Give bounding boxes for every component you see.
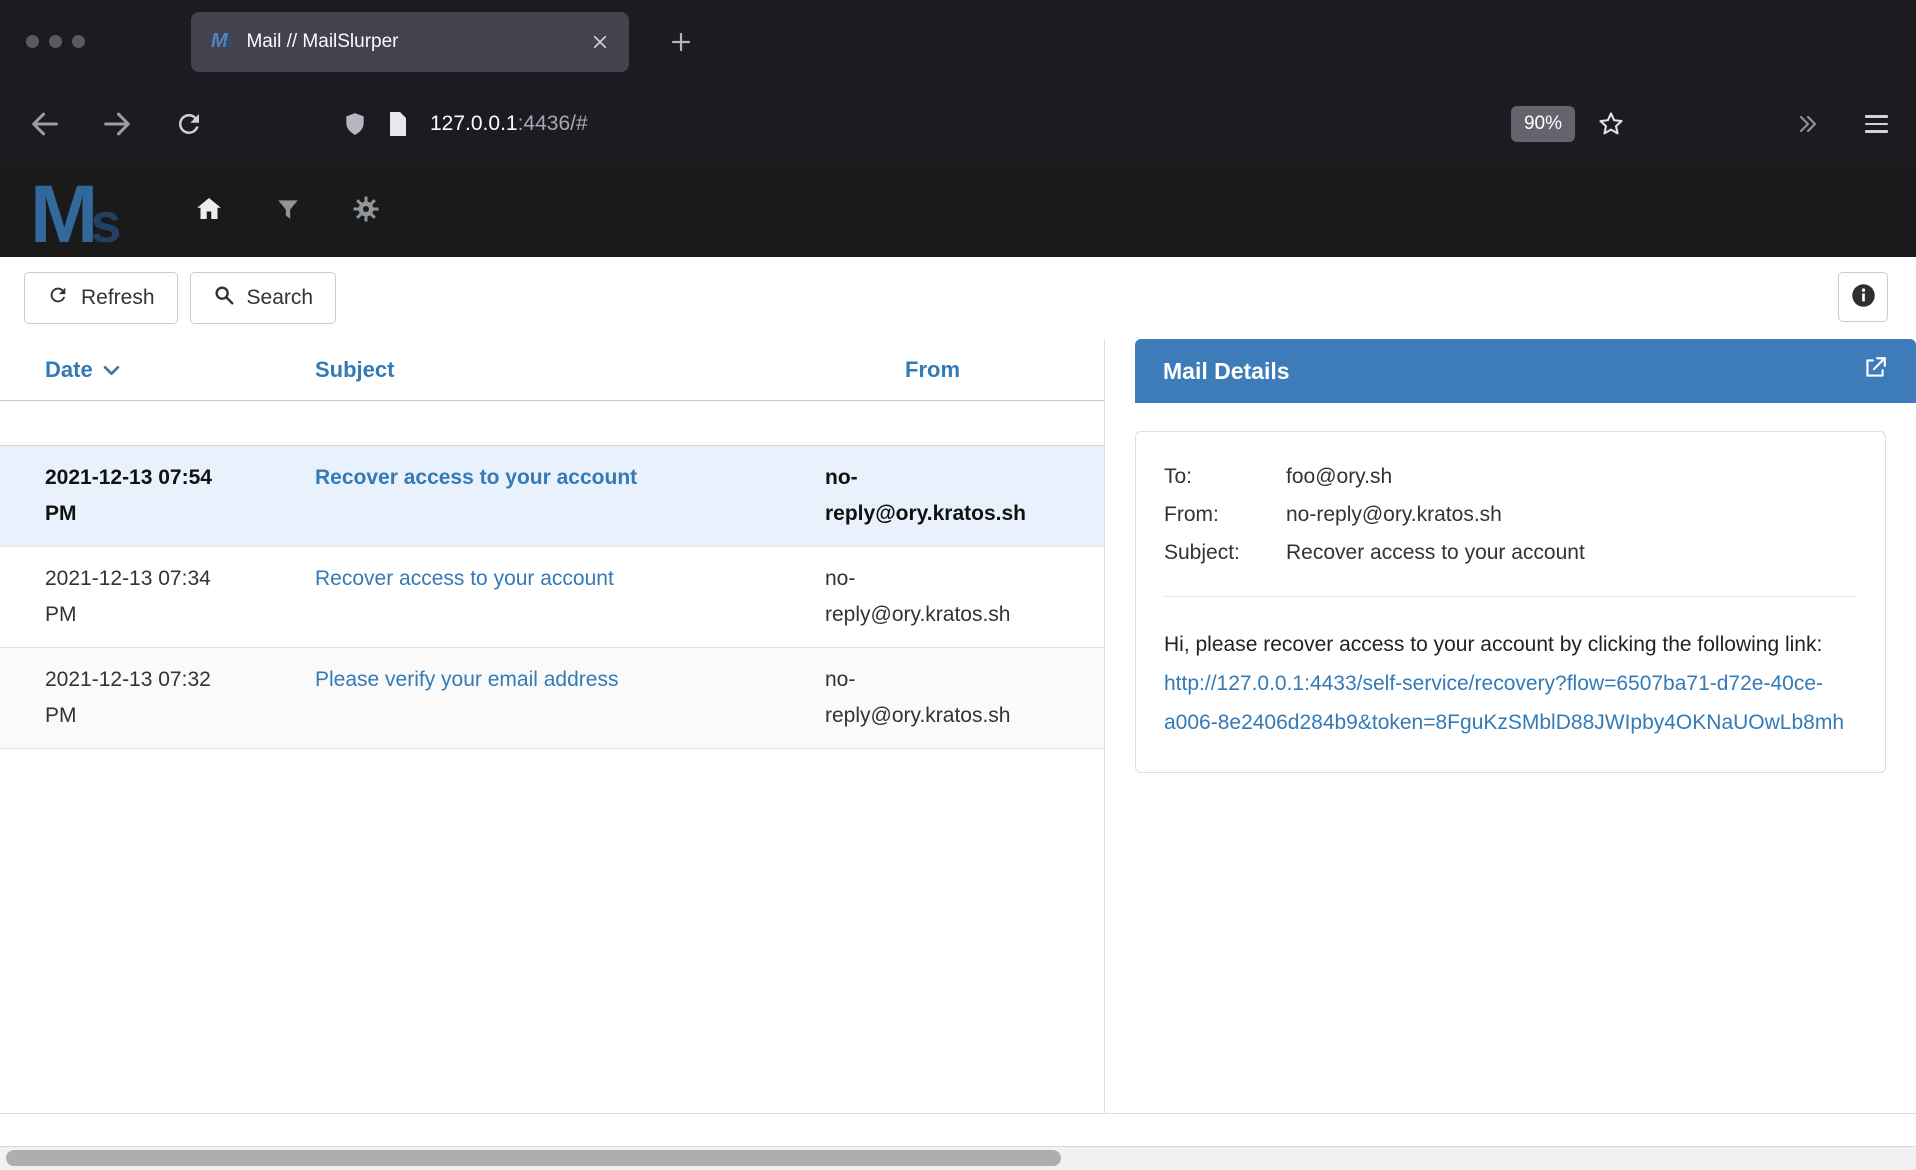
subject-value: Recover access to your account	[1286, 534, 1585, 572]
detail-subject-row: Subject: Recover access to your account	[1164, 534, 1857, 572]
info-button[interactable]	[1838, 272, 1888, 322]
back-button-icon[interactable]	[28, 107, 62, 141]
logo-letter-m: M	[30, 165, 94, 257]
mail-body-text: Hi, please recover access to your accoun…	[1164, 633, 1822, 656]
refresh-button[interactable]: Refresh	[24, 272, 178, 324]
column-header-subject[interactable]: Subject	[315, 357, 825, 383]
mail-subject-link[interactable]: Recover access to your account	[315, 567, 614, 590]
shield-icon[interactable]	[342, 110, 368, 138]
external-link-icon[interactable]	[1862, 355, 1888, 387]
browser-tab[interactable]: Ms Mail // MailSlurper	[191, 12, 629, 72]
refresh-icon	[47, 284, 69, 312]
from-label: From:	[1164, 496, 1286, 534]
window-dot-icon[interactable]	[72, 35, 85, 48]
app-toolbar: Refresh Search	[0, 257, 1916, 339]
search-button[interactable]: Search	[190, 272, 337, 324]
mailslurper-logo: Ms	[30, 165, 121, 257]
tab-title: Mail // MailSlurper	[246, 31, 398, 53]
mail-subject-link[interactable]: Recover access to your account	[315, 466, 637, 489]
refresh-button-label: Refresh	[81, 286, 155, 310]
window-dot-icon[interactable]	[49, 35, 62, 48]
reload-button-icon[interactable]	[174, 109, 204, 139]
details-divider	[1164, 596, 1857, 597]
column-date-label: Date	[45, 357, 93, 383]
browser-navbar: 127.0.0.1:4436/# 90%	[0, 83, 1916, 165]
mail-body: Hi, please recover access to your accoun…	[1164, 625, 1857, 742]
mail-from: no-reply@ory.kratos.sh	[825, 561, 1040, 633]
column-header-from[interactable]: From	[825, 357, 1040, 383]
bottom-strip	[0, 1114, 1916, 1170]
mail-date: 2021-12-13 07:32 PM	[45, 662, 315, 734]
detail-to-row: To: foo@ory.sh	[1164, 458, 1857, 496]
overflow-chevrons-icon[interactable]	[1793, 112, 1821, 136]
info-icon	[1850, 282, 1877, 312]
column-header-date[interactable]: Date	[45, 357, 315, 383]
forward-button-icon[interactable]	[100, 107, 134, 141]
mail-list-header: Date Subject From	[0, 339, 1104, 401]
mail-date: 2021-12-13 07:34 PM	[45, 561, 315, 633]
mail-list-pane: Date Subject From 2021-12-13 07:54 PM Re…	[0, 339, 1105, 1113]
menu-hamburger-icon[interactable]	[1865, 115, 1888, 133]
mail-row-selected[interactable]: 2021-12-13 07:54 PM Recover access to yo…	[0, 445, 1104, 547]
detail-from-row: From: no-reply@ory.kratos.sh	[1164, 496, 1857, 534]
mail-date: 2021-12-13 07:54 PM	[45, 460, 315, 532]
browser-titlebar: Ms Mail // MailSlurper	[0, 0, 1916, 83]
window-controls[interactable]	[26, 35, 85, 48]
horizontal-scrollbar-track	[0, 1146, 1916, 1170]
filter-icon[interactable]	[275, 196, 301, 227]
window-dot-icon[interactable]	[26, 35, 39, 48]
mail-row[interactable]: 2021-12-13 07:32 PM Please verify your e…	[0, 648, 1104, 749]
new-tab-button[interactable]	[669, 30, 693, 54]
zoom-level-badge[interactable]: 90%	[1511, 106, 1575, 142]
url-host: 127.0.0.1	[430, 112, 518, 135]
horizontal-scrollbar-thumb[interactable]	[6, 1150, 1061, 1166]
page-info-icon[interactable]	[386, 110, 410, 138]
main-content: Date Subject From 2021-12-13 07:54 PM Re…	[0, 339, 1916, 1114]
mail-details-card: To: foo@ory.sh From: no-reply@ory.kratos…	[1135, 431, 1886, 773]
mail-subject-link[interactable]: Please verify your email address	[315, 668, 618, 691]
mail-rows: 2021-12-13 07:54 PM Recover access to yo…	[0, 445, 1104, 749]
bookmark-star-icon[interactable]	[1597, 110, 1625, 138]
logo-letter-s: s	[90, 190, 121, 255]
recovery-link[interactable]: http://127.0.0.1:4433/self-service/recov…	[1164, 672, 1844, 734]
mail-details-pane: Mail Details To: foo@ory.sh From: no-rep…	[1135, 339, 1916, 1113]
mail-details-title: Mail Details	[1163, 358, 1290, 385]
mail-details-header: Mail Details	[1135, 339, 1916, 403]
mailslurper-favicon-icon: Ms	[211, 30, 232, 53]
to-label: To:	[1164, 458, 1286, 496]
mail-row[interactable]: 2021-12-13 07:34 PM Recover access to yo…	[0, 547, 1104, 648]
app-header: Ms	[0, 165, 1916, 257]
from-value: no-reply@ory.kratos.sh	[1286, 496, 1502, 534]
sort-chevron-down-icon	[103, 357, 120, 383]
search-icon	[213, 284, 235, 312]
address-bar[interactable]: 127.0.0.1:4436/#	[430, 112, 588, 136]
gear-icon[interactable]	[351, 194, 381, 229]
to-value: foo@ory.sh	[1286, 458, 1392, 496]
mail-from: no-reply@ory.kratos.sh	[825, 662, 1040, 734]
tab-close-icon[interactable]	[591, 33, 609, 51]
url-path: :4436/#	[518, 112, 588, 135]
search-button-label: Search	[247, 286, 314, 310]
home-icon[interactable]	[193, 194, 225, 229]
subject-label: Subject:	[1164, 534, 1286, 572]
mail-from: no-reply@ory.kratos.sh	[825, 460, 1040, 532]
